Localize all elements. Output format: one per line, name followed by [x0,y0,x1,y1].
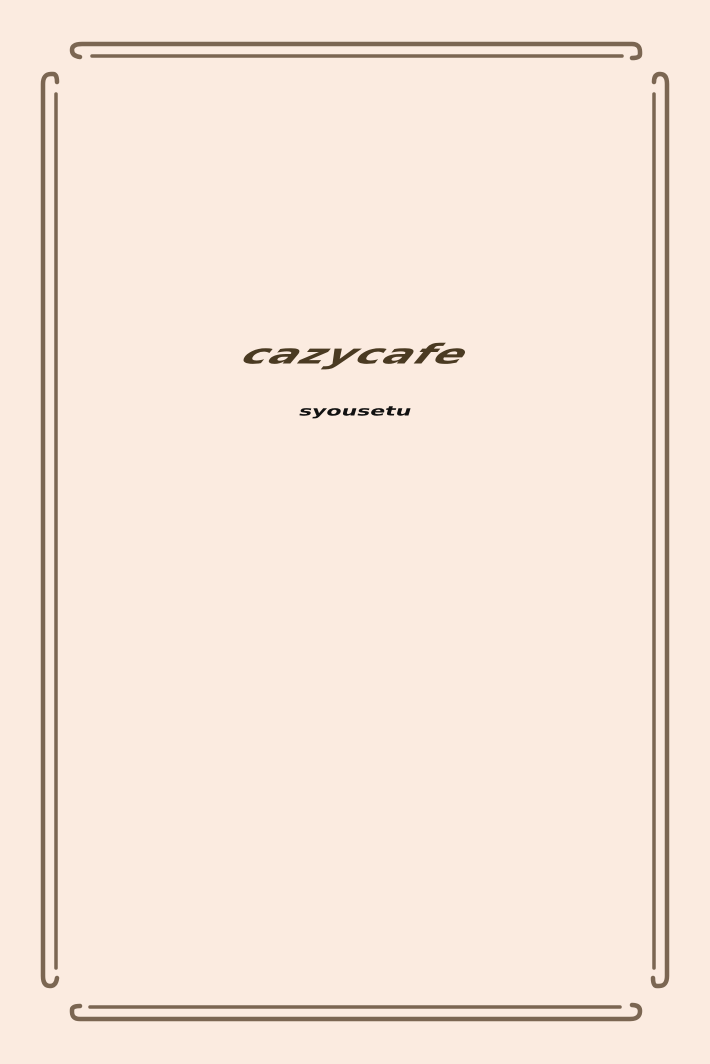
book-title: cazycafe [235,338,475,371]
author-container: syousetu [0,398,710,426]
book-cover: cazycafe syousetu [0,0,710,1064]
title-container: cazycafe [0,330,710,380]
book-author: syousetu [296,404,414,420]
decorative-frame [40,41,670,1022]
